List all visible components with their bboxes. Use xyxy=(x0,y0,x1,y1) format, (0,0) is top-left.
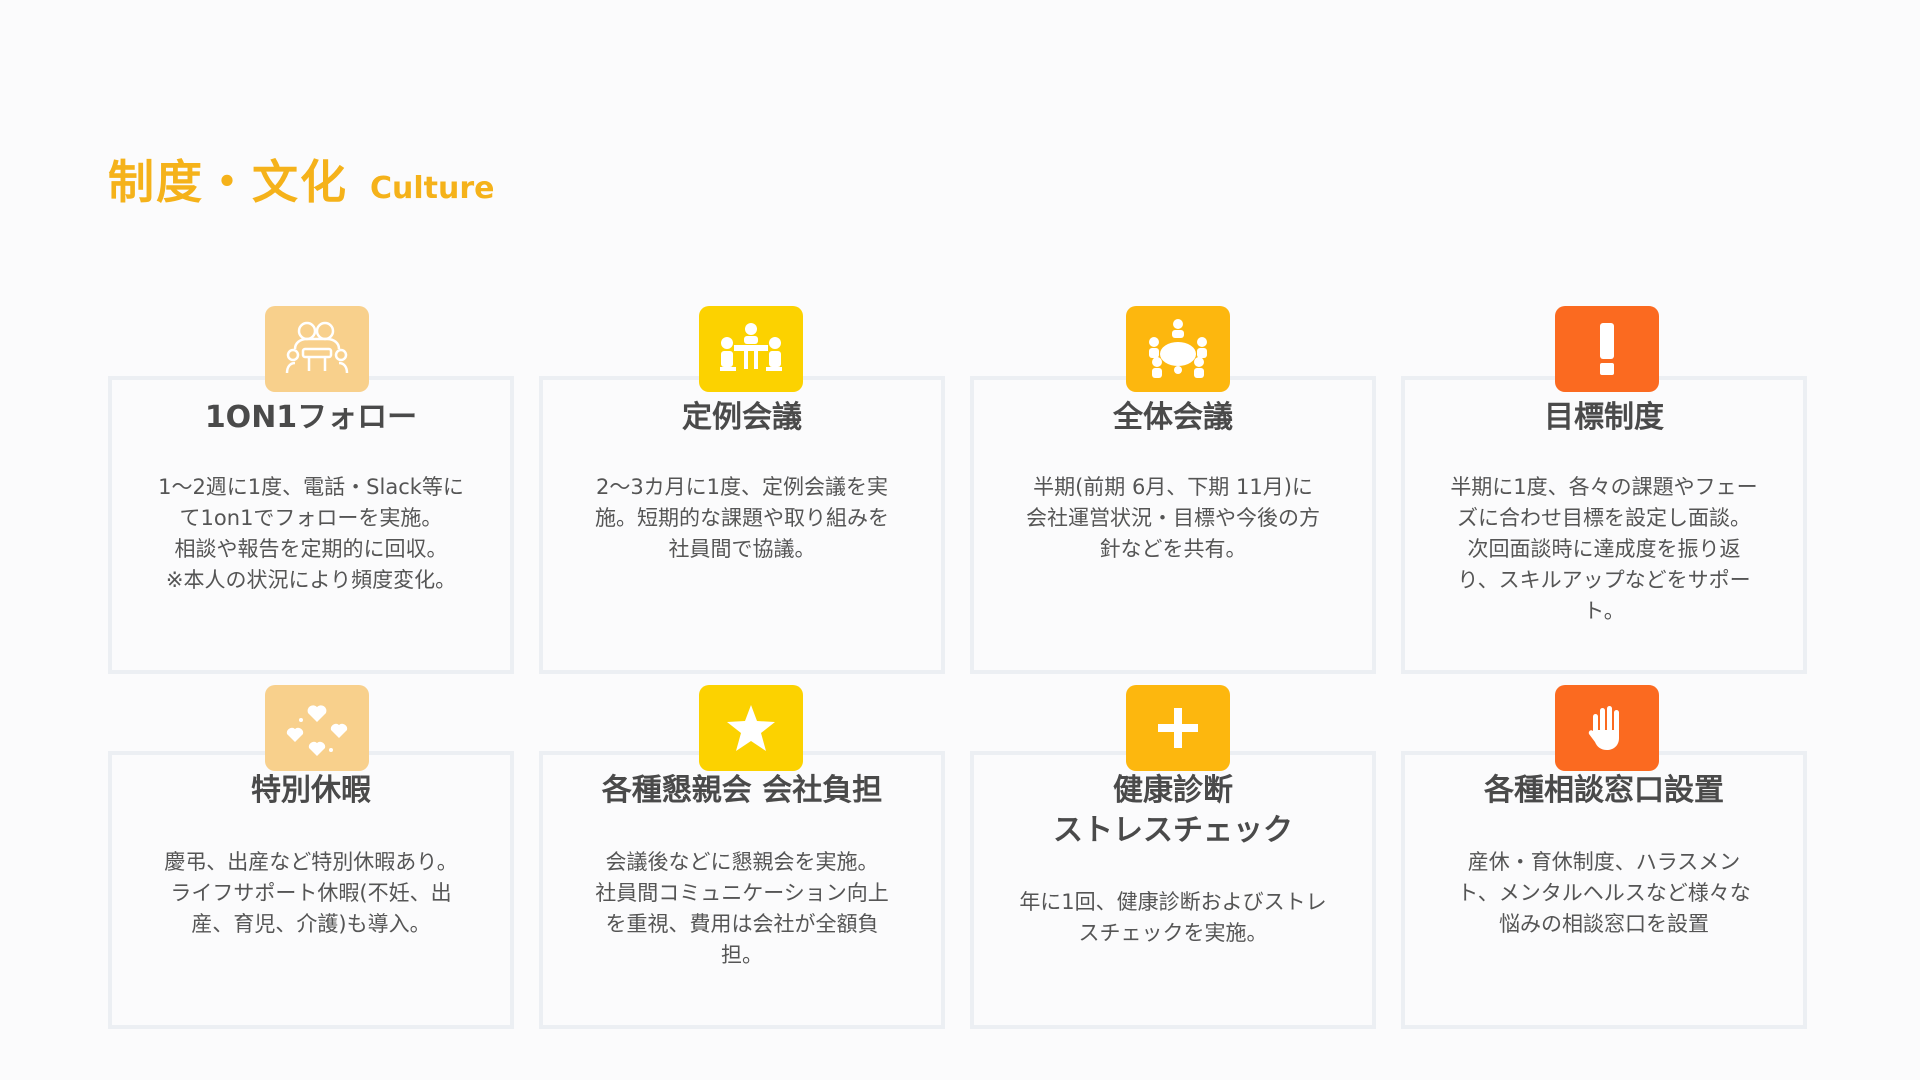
card-1on1-follow: 1ON1フォロー 1〜2週に1度、電話・Slack等に て1on1でフォローを実… xyxy=(108,376,514,674)
card-goal-system: 目標制度 半期に1度、各々の課題やフェー ズに合わせ目標を設定し面談。 次回面談… xyxy=(1401,376,1807,674)
star-icon xyxy=(699,685,803,771)
card-consultation-desk: 各種相談窓口設置 産休・育休制度、ハラスメン ト、メンタルヘルスなど様々な 悩み… xyxy=(1401,751,1807,1029)
card-description: 1〜2週に1度、電話・Slack等に て1on1でフォローを実施。 相談や報告を… xyxy=(158,475,464,592)
card-title: 目標制度 xyxy=(1544,400,1664,435)
page-title-english: Culture xyxy=(370,171,495,206)
all-hands-meeting-icon xyxy=(1126,306,1230,392)
hand-icon xyxy=(1555,685,1659,771)
card-health-check: 健康診断 ストレスチェック 年に1回、健康診断およびストレ スチェックを実施。 xyxy=(970,751,1376,1029)
card-title: 各種懇親会 会社負担 xyxy=(601,773,883,808)
card-title: 各種相談窓口設置 xyxy=(1484,773,1724,808)
card-title: 定例会議 xyxy=(682,400,802,435)
card-description: 慶弔、出産など特別休暇あり。 ライフサポート休暇(不妊、出 産、育児、介護)も導… xyxy=(164,850,458,936)
card-description: 2〜3カ月に1度、定例会議を実 施。短期的な課題や取り組みを 社員間で協議。 xyxy=(595,475,889,561)
card-title: 全体会議 xyxy=(1113,400,1233,435)
card-description: 会議後などに懇親会を実施。 社員間コミュニケーション向上 を重視、費用は会社が全… xyxy=(595,850,889,967)
card-special-leave: 特別休暇 慶弔、出産など特別休暇あり。 ライフサポート休暇(不妊、出 産、育児、… xyxy=(108,751,514,1029)
card-title: 特別休暇 xyxy=(251,773,371,808)
one-on-one-icon xyxy=(265,306,369,392)
card-title: 1ON1フォロー xyxy=(204,400,418,435)
card-social-events: 各種懇親会 会社負担 会議後などに懇親会を実施。 社員間コミュニケーション向上 … xyxy=(539,751,945,1029)
card-description: 半期(前期 6月、下期 11月)に 会社運営状況・目標や今後の方 針などを共有。 xyxy=(1026,475,1320,561)
card-all-hands-meeting: 全体会議 半期(前期 6月、下期 11月)に 会社運営状況・目標や今後の方 針な… xyxy=(970,376,1376,674)
card-description: 産休・育休制度、ハラスメン ト、メンタルヘルスなど様々な 悩みの相談窓口を設置 xyxy=(1457,850,1751,936)
page-title-japanese: 制度・文化 xyxy=(108,155,348,209)
card-regular-meeting: 定例会議 2〜3カ月に1度、定例会議を実 施。短期的な課題や取り組みを 社員間で… xyxy=(539,376,945,674)
meeting-table-icon xyxy=(699,306,803,392)
card-description: 半期に1度、各々の課題やフェー ズに合わせ目標を設定し面談。 次回面談時に達成度… xyxy=(1450,475,1758,623)
page-title: 制度・文化 Culture xyxy=(108,146,495,212)
plus-icon xyxy=(1126,685,1230,771)
card-description: 年に1回、健康診断およびストレ スチェックを実施。 xyxy=(1019,890,1327,945)
exclamation-icon xyxy=(1555,306,1659,392)
card-title: 健康診断 ストレスチェック xyxy=(1053,773,1293,848)
hearts-icon xyxy=(265,685,369,771)
